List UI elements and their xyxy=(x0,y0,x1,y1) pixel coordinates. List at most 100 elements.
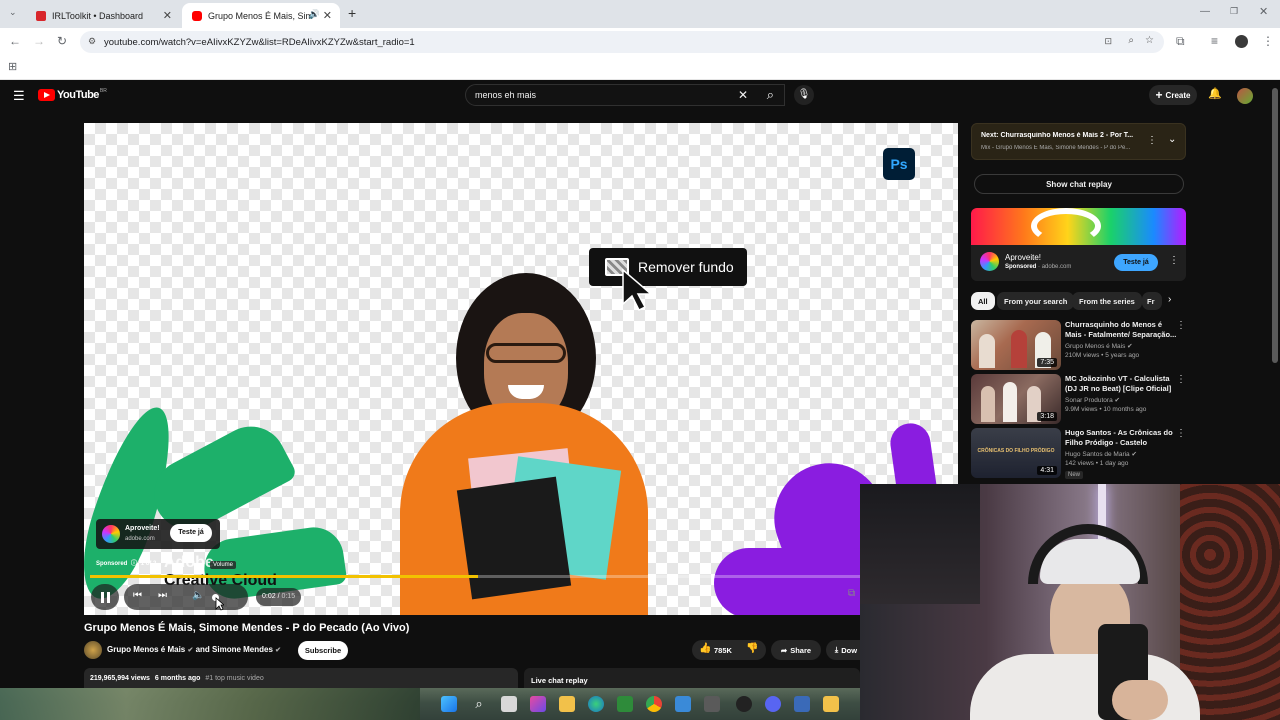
bookmark-star-icon[interactable]: ☆ xyxy=(1145,35,1154,46)
hamburger-menu-icon[interactable]: ☰ xyxy=(13,88,25,104)
close-window-icon[interactable]: ✕ xyxy=(1259,5,1268,18)
chevron-down-icon[interactable]: ⌄ xyxy=(1168,134,1176,145)
tab-youtube[interactable]: Grupo Menos É Mais, Simon 🔊 ✕ xyxy=(182,3,340,28)
site-info-icon[interactable]: ⚙ xyxy=(88,36,96,47)
music-tag[interactable]: #1 top music video xyxy=(205,675,263,682)
close-icon[interactable]: ✕ xyxy=(323,9,332,22)
more-options-icon[interactable]: ⋮ xyxy=(1176,320,1186,331)
close-icon[interactable]: ✕ xyxy=(163,9,172,22)
sidebar-ad-meta: Sponsored · adobe.com xyxy=(1005,264,1072,270)
app-icon[interactable] xyxy=(675,696,691,712)
media-icon[interactable]: ≡ xyxy=(1211,34,1218,48)
edge-icon[interactable] xyxy=(588,696,604,712)
calculator-icon[interactable] xyxy=(704,696,720,712)
more-options-icon[interactable]: ⋮ xyxy=(1169,255,1179,266)
notifications-bell-icon[interactable]: 🔔 xyxy=(1208,87,1222,100)
white-shirt xyxy=(970,654,1200,720)
chip-from-your-search[interactable]: From your search xyxy=(997,292,1075,310)
zoom-icon[interactable]: ⌕ xyxy=(1128,35,1134,46)
task-view-icon[interactable] xyxy=(501,696,517,712)
sidebar-ad[interactable]: Aproveite! Sponsored · adobe.com Teste j… xyxy=(971,208,1186,281)
list-item[interactable]: CRÔNICAS DO FILHO PRÓDIGO 4:31 Hugo Sant… xyxy=(971,428,1186,480)
channel-avatar[interactable] xyxy=(84,641,102,659)
apps-grid-icon[interactable]: ⊞ xyxy=(8,60,17,73)
speaker-icon[interactable]: 🔊 xyxy=(309,9,320,20)
search-icon[interactable]: ⌕ xyxy=(767,87,774,103)
try-now-button[interactable]: Teste já xyxy=(1114,254,1158,271)
show-chat-replay-button[interactable]: Show chat replay xyxy=(974,174,1184,194)
chevron-right-icon[interactable]: › xyxy=(1168,294,1171,305)
search-input[interactable]: menos eh mais ✕ ⌕ xyxy=(465,84,785,106)
account-avatar[interactable] xyxy=(1237,88,1253,104)
thumbs-down-icon[interactable]: 👎 xyxy=(746,643,758,654)
install-icon[interactable]: ⊡ xyxy=(1104,36,1112,47)
chrome-icon[interactable] xyxy=(646,696,662,712)
extensions-icon[interactable]: ⧉ xyxy=(1176,34,1185,49)
minimize-icon[interactable]: — xyxy=(1200,6,1210,17)
like-count[interactable]: 785K xyxy=(714,646,732,655)
duration-badge: 3:18 xyxy=(1037,412,1057,421)
video-player[interactable]: Ps Remover fundo Aproveite! adobe.com Te… xyxy=(84,123,958,615)
try-now-button[interactable]: Teste já xyxy=(170,524,212,542)
sidebar-video-meta: 9.9M views • 10 months ago xyxy=(1065,406,1147,413)
sponsored-indicator: Sponsored ⓘ 1 of 2 xyxy=(96,558,156,567)
sidebar-ad-title: Aproveite! xyxy=(1005,253,1042,262)
share-button[interactable]: ➦ Share xyxy=(771,640,821,660)
ad-card[interactable]: Aproveite! adobe.com Teste já xyxy=(96,519,220,549)
list-item[interactable]: 3:18 MC Joãozinho VT - Calculista (DJ JR… xyxy=(971,374,1186,426)
sponsored-label: Sponsored xyxy=(1005,264,1037,270)
clear-search-icon[interactable]: ✕ xyxy=(738,88,748,102)
forward-icon[interactable]: → xyxy=(33,34,45,48)
url-bar[interactable]: ⚙ youtube.com/watch?v=eAIivxKZYZw&list=R… xyxy=(80,31,1164,53)
restore-icon[interactable]: ❐ xyxy=(1230,6,1238,17)
app-icon[interactable] xyxy=(736,696,752,712)
next-icon[interactable]: ⏭ xyxy=(158,590,167,601)
share-label: Share xyxy=(790,645,812,655)
chip-from-the-series[interactable]: From the series xyxy=(1072,292,1142,310)
channel-names[interactable]: Grupo Menos é Mais ✔ and Simone Mendes ✔ xyxy=(107,645,281,654)
page-scrollbar[interactable] xyxy=(1272,88,1278,363)
up-next-panel[interactable]: Next: Churrasquinho Menos é Mais 2 - Por… xyxy=(971,123,1186,160)
progress-track[interactable] xyxy=(90,575,952,578)
widgets-icon[interactable] xyxy=(530,696,546,712)
channel-name[interactable]: Grupo Menos é Mais xyxy=(107,645,185,654)
menu-dots-icon[interactable]: ⋮ xyxy=(1262,34,1274,48)
new-tab-icon[interactable]: + xyxy=(348,5,356,21)
app-icon[interactable] xyxy=(617,696,633,712)
control-group: ⏮ ⏭ 🔈 xyxy=(124,584,248,610)
app-icon[interactable] xyxy=(794,696,810,712)
chip-all[interactable]: All xyxy=(971,292,995,310)
youtube-logo[interactable]: YouTube BR xyxy=(38,88,107,101)
tab-search-icon[interactable]: ⌄ xyxy=(9,7,17,18)
profile-avatar[interactable] xyxy=(1235,35,1248,48)
more-options-icon[interactable]: ⋮ xyxy=(1176,374,1186,385)
windows-start-icon[interactable] xyxy=(441,696,457,712)
black-notebook xyxy=(456,476,572,600)
co-channel-name[interactable]: and Simone Mendes xyxy=(196,645,273,654)
previous-icon[interactable]: ⏮ xyxy=(133,590,142,601)
people-shape xyxy=(1011,330,1027,368)
thumbnail-caption: CRÔNICAS DO FILHO PRÓDIGO xyxy=(977,448,1055,454)
play-pause-button[interactable] xyxy=(91,584,119,610)
voice-search-icon[interactable]: 🎙 xyxy=(794,85,814,105)
discord-icon[interactable] xyxy=(765,696,781,712)
miniplayer-icon[interactable]: ⧉ xyxy=(848,588,855,599)
create-button[interactable]: + Create xyxy=(1149,85,1197,105)
subscribe-button[interactable]: Subscribe xyxy=(298,641,348,660)
more-options-icon[interactable]: ⋮ xyxy=(1147,135,1157,146)
taskbar-search-icon[interactable]: ⌕ xyxy=(471,696,487,712)
chip-more[interactable]: Fr xyxy=(1142,292,1162,310)
list-item[interactable]: 7:35 Churrasquinho do Menos é Mais - Fat… xyxy=(971,320,1186,372)
more-options-icon[interactable]: ⋮ xyxy=(1176,428,1186,439)
sidebar-channel-name: Sonar Produtora xyxy=(1065,397,1113,404)
tab-irltoolkit[interactable]: IRLToolkit • Dashboard ✕ xyxy=(26,3,180,28)
info-icon[interactable]: ⓘ xyxy=(131,561,137,567)
reload-icon[interactable]: ↻ xyxy=(57,34,67,48)
sidebar-video-title: MC Joãozinho VT - Calculista (DJ JR no B… xyxy=(1065,374,1172,393)
back-icon[interactable]: ← xyxy=(9,34,21,48)
verified-icon: ✔ xyxy=(1127,343,1133,350)
volume-icon[interactable]: 🔈 xyxy=(192,590,204,601)
file-explorer-icon[interactable] xyxy=(559,696,575,712)
app-icon[interactable] xyxy=(823,696,839,712)
thumbs-up-icon[interactable]: 👍 xyxy=(699,643,711,654)
